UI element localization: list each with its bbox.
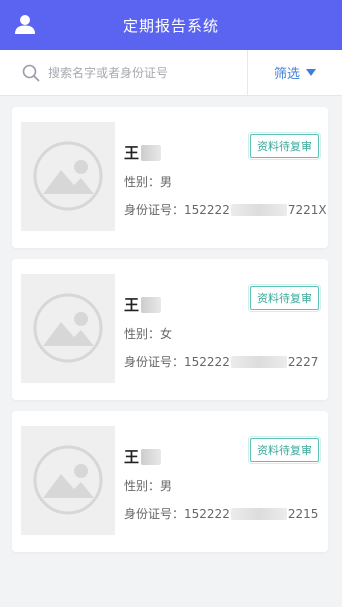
- search-bar: 筛选: [0, 49, 342, 96]
- image-placeholder-icon: [33, 445, 103, 515]
- redacted-text: [141, 144, 162, 161]
- search-input[interactable]: [48, 65, 238, 80]
- search-icon: [22, 64, 40, 81]
- page-title: 定期报告系统: [122, 16, 219, 35]
- status-badge: 资料待复审: [248, 132, 321, 160]
- photo-placeholder: [21, 274, 115, 383]
- redacted-text: [230, 203, 287, 216]
- record-gender: 性别：男: [124, 175, 173, 189]
- status-badge: 资料待复审: [248, 436, 321, 464]
- image-placeholder-icon: [33, 141, 103, 211]
- filter-button[interactable]: 筛选: [248, 50, 342, 96]
- record-list: 王 性别：男 身份证号： 152222 7221X 资料待复审 王 性别：女 身份证…: [12, 107, 328, 563]
- record-id: 身份证号： 152222 2215: [124, 506, 319, 522]
- filter-label: 筛选: [273, 67, 300, 82]
- record-card[interactable]: 王 性别：女 身份证号： 152222 2227 资料待复审: [12, 259, 328, 400]
- app-header: 定期报告系统: [0, 0, 342, 50]
- search-box[interactable]: [0, 49, 248, 96]
- photo-placeholder: [21, 122, 115, 231]
- record-name: 王: [124, 446, 162, 467]
- record-gender: 性别：女: [124, 327, 173, 341]
- redacted-text: [230, 507, 287, 520]
- record-name: 王: [124, 294, 162, 315]
- user-icon[interactable]: [14, 13, 36, 35]
- status-badge: 资料待复审: [248, 284, 321, 312]
- record-gender: 性别：男: [124, 479, 173, 493]
- record-name: 王: [124, 142, 162, 163]
- record-card[interactable]: 王 性别：男 身份证号： 152222 2215 资料待复审: [12, 411, 328, 552]
- caret-down-icon: [306, 69, 316, 76]
- record-id: 身份证号： 152222 2227: [124, 354, 319, 370]
- redacted-text: [230, 355, 287, 368]
- redacted-text: [141, 296, 162, 313]
- image-placeholder-icon: [33, 293, 103, 363]
- photo-placeholder: [21, 426, 115, 535]
- record-id: 身份证号： 152222 7221X: [124, 202, 327, 218]
- redacted-text: [141, 448, 162, 465]
- record-card[interactable]: 王 性别：男 身份证号： 152222 7221X 资料待复审: [12, 107, 328, 248]
